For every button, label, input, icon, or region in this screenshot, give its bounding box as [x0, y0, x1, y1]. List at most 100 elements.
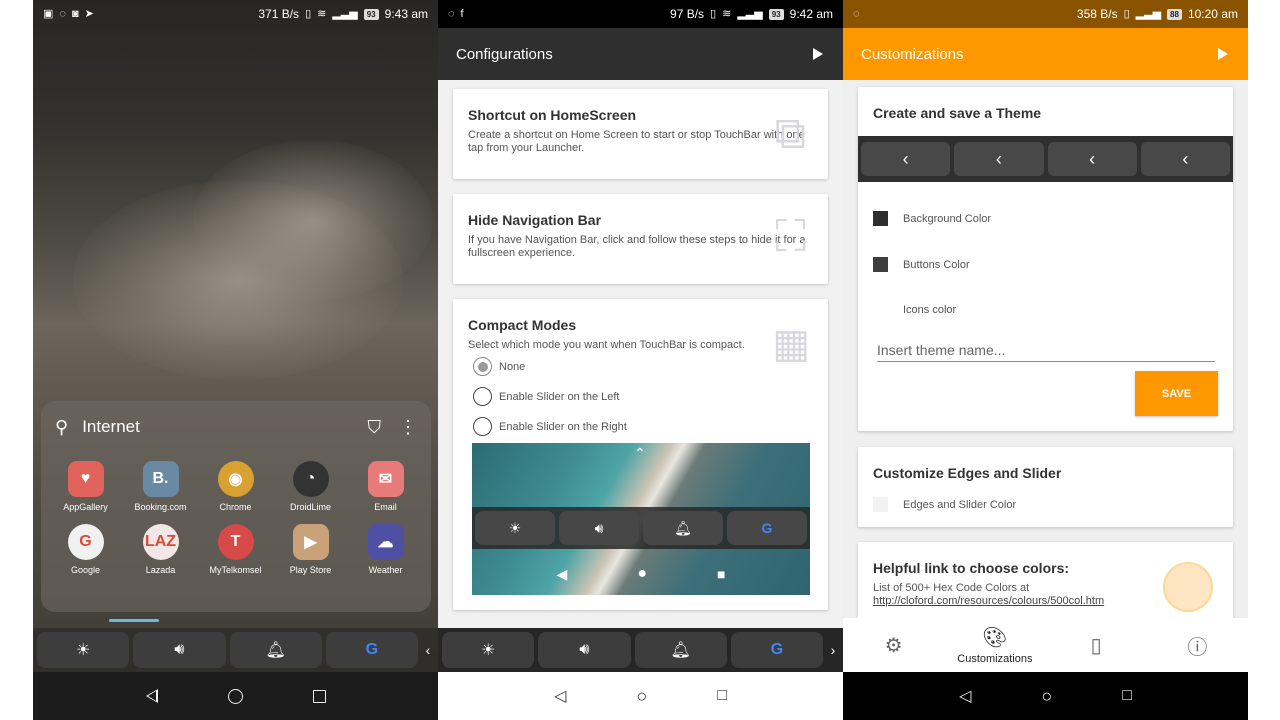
app-label: AppGallery	[63, 502, 108, 512]
whatsapp-icon: ◌	[59, 7, 66, 20]
more-options-icon[interactable]: ⋮	[399, 417, 417, 438]
app-icon: ♥	[67, 461, 104, 497]
google-button[interactable]: G	[730, 632, 823, 668]
buttons-color-option[interactable]: Buttons Color	[873, 257, 970, 272]
shopping-bag-icon[interactable]: ⛉	[368, 417, 382, 438]
home-icon[interactable]: ○	[1041, 686, 1052, 707]
play-icon[interactable]	[813, 48, 823, 60]
touchbar: ☀ 🔊︎ 🔔︎ G ›	[438, 628, 843, 672]
radio-unselected[interactable]	[473, 387, 492, 406]
theme-card: Create and save a Theme ‹ ‹ ‹ ‹ Backgrou…	[858, 87, 1233, 431]
background-color-option[interactable]: Background Color	[873, 211, 991, 226]
globe-icon	[1163, 562, 1213, 612]
app-label: Play Store	[289, 565, 332, 575]
bell-icon: 🔔︎	[670, 642, 691, 659]
brightness-icon: ☀	[75, 642, 91, 659]
edges-color-option[interactable]: Edges and Slider Color	[873, 497, 1016, 512]
volume-button[interactable]: 🔊︎	[538, 632, 631, 668]
icons-color-swatch[interactable]	[873, 302, 888, 317]
vibrate-icon: ▯	[305, 7, 312, 20]
theme-preview-button: ‹	[1140, 142, 1230, 176]
recents-icon[interactable]: □	[717, 687, 727, 705]
wifi-icon: ≋	[317, 7, 327, 20]
search-icon[interactable]: ⚲	[55, 417, 68, 438]
background-color-swatch[interactable]	[873, 211, 888, 226]
help-card: Helpful link to choose colors: List of 5…	[858, 542, 1233, 622]
theme-name-input[interactable]: Insert theme name...	[877, 342, 1215, 362]
chevron-right-icon[interactable]: ›	[827, 642, 839, 658]
app-lazada[interactable]: LAZ Lazada	[123, 524, 198, 575]
tab-device[interactable]: ▯	[1046, 618, 1147, 672]
recents-icon[interactable]: □	[1122, 687, 1132, 705]
tab-info[interactable]: ⓘ	[1147, 618, 1248, 672]
battery-level: 93	[768, 8, 784, 20]
gear-icon: ⚙	[884, 634, 903, 657]
fullscreen-icon: ⛶	[775, 212, 806, 261]
configurations-panel: ◌ f 97 B/s ▯ ≋ ▂▃▅ 93 9:42 am Configurat…	[438, 0, 843, 720]
shortcut-card[interactable]: Shortcut on HomeScreen Create a shortcut…	[453, 89, 828, 179]
phone-icon: ▯	[1090, 634, 1102, 657]
app-droidlime[interactable]: ◔ DroidLime	[273, 461, 348, 512]
bell-icon: 🔔︎	[265, 642, 286, 659]
app-play-store[interactable]: ▶ Play Store	[273, 524, 348, 575]
external-link-icon: ⧉	[774, 109, 806, 158]
colors-link[interactable]: http://cloford.com/resources/colours/500…	[873, 595, 1104, 607]
app-icon: G	[67, 524, 104, 560]
compact-title: Compact Modes	[468, 317, 577, 333]
option-label: Edges and Slider Color	[903, 498, 1017, 511]
play-icon[interactable]	[1218, 48, 1228, 60]
volume-button[interactable]: 🔊︎	[133, 632, 226, 668]
google-icon: G	[770, 641, 784, 658]
edges-color-swatch[interactable]	[873, 497, 888, 512]
google-icon: G	[761, 520, 773, 536]
home-icon[interactable]	[227, 688, 243, 704]
radio-selected[interactable]	[473, 357, 492, 376]
app-appgallery[interactable]: ♥ AppGallery	[48, 461, 123, 512]
chevron-left-icon: ‹	[1182, 148, 1189, 169]
hide-nav-card[interactable]: Hide Navigation Bar If you have Navigati…	[453, 194, 828, 284]
page-indicator	[109, 619, 159, 622]
app-weather[interactable]: ☁ Weather	[348, 524, 423, 575]
volume-button: 🔊︎	[559, 511, 639, 545]
notification-button[interactable]: 🔔︎	[229, 632, 322, 668]
cloud-decoration	[193, 140, 433, 300]
chevron-left-icon[interactable]: ‹	[422, 642, 434, 658]
app-email[interactable]: ✉ Email	[348, 461, 423, 512]
app-booking-com[interactable]: B. Booking.com	[123, 461, 198, 512]
app-mytelkomsel[interactable]: T MyTelkomsel	[198, 524, 273, 575]
preview-navigation-bar: ◀ ● ■	[472, 553, 810, 595]
compact-option-none[interactable]: None	[473, 357, 525, 376]
save-button[interactable]: SAVE	[1135, 371, 1218, 416]
compact-option-right[interactable]: Enable Slider on the Right	[473, 417, 627, 436]
radio-unselected[interactable]	[473, 417, 492, 436]
app-chrome[interactable]: ◉ Chrome	[198, 461, 273, 512]
back-icon[interactable]	[145, 689, 158, 703]
theme-preview-bar: ‹ ‹ ‹ ‹	[858, 136, 1233, 182]
notification-button[interactable]: 🔔︎	[634, 632, 727, 668]
facebook-icon: f	[460, 7, 464, 20]
compact-option-left[interactable]: Enable Slider on the Left	[473, 387, 619, 406]
app-icon: ◔	[292, 461, 329, 497]
icons-color-option[interactable]: Icons color	[873, 302, 956, 317]
recents-icon[interactable]	[312, 689, 326, 703]
volume-icon: 🔊︎	[579, 641, 590, 658]
app-folder: ⚲ Internet ⛉ ⋮ ♥ AppGallery B. Booking.com ◉…	[41, 401, 431, 612]
brightness-button[interactable]: ☀	[442, 632, 535, 668]
back-icon[interactable]: ◁	[959, 686, 971, 706]
status-bar: ▣ ◌ ◙ ➤ 371 B/s ▯ ≋ ▂▃▅ 93 9:43 am	[33, 0, 438, 28]
brightness-button[interactable]: ☀	[37, 632, 130, 668]
google-button[interactable]: G	[325, 632, 418, 668]
tab-settings[interactable]: ⚙	[843, 618, 944, 672]
app-grid: ♥ AppGallery B. Booking.com ◉ Chrome ◔ DroidLim…	[41, 461, 431, 575]
buttons-color-swatch[interactable]	[873, 257, 888, 272]
signal-icon: ▂▃▅	[737, 7, 763, 20]
app-google[interactable]: G Google	[48, 524, 123, 575]
tab-customizations[interactable]: 🎨︎ Customizations	[944, 618, 1045, 672]
home-icon[interactable]: ○	[636, 686, 647, 707]
edges-card: Customize Edges and Slider Edges and Sli…	[858, 447, 1233, 527]
whatsapp-icon: ◌	[448, 7, 455, 20]
network-speed: 371 B/s	[258, 7, 300, 21]
back-icon[interactable]: ◁	[554, 686, 566, 706]
status-bar: ◌ 358 B/s ▯ ▂▃▅ 88 10:20 am	[843, 0, 1248, 28]
theme-preview-button: ‹	[861, 142, 951, 176]
